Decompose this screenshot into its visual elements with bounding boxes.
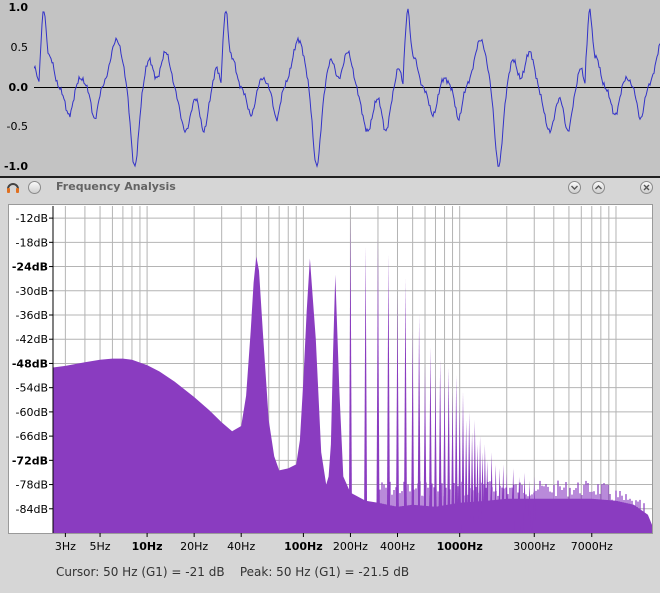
y-tick-label: -24dB [12,261,48,274]
x-tick-label: 100Hz [284,540,323,553]
harmonic-spike [363,246,368,534]
spectrum-chart[interactable]: -12dB -18dB -24dB -30dB -36dB -42dB -48dB -54dB… [0,0,660,593]
y-tick-label: -54dB [16,382,49,395]
status-line: Cursor: 50 Hz (G1) = -21 dB Peak: 50 Hz … [56,565,409,579]
peak-readout: Peak: 50 Hz (G1) = -21.5 dB [239,565,410,579]
x-tick-label: 200Hz [333,540,368,553]
x-tick-label: 400Hz [380,540,415,553]
y-tick-label: -66dB [16,430,49,443]
x-tick-label: 1000Hz [437,540,483,553]
y-tick-label: -30dB [16,285,49,298]
harmonic-spike [348,218,353,533]
x-tick-label: 40Hz [227,540,255,553]
y-tick-label: -78dB [16,479,49,492]
y-tick-label: -48dB [12,357,48,370]
y-tick-label: -36dB [16,309,49,322]
x-tick-label: 3Hz [55,540,76,553]
y-tick-label: -42dB [16,333,49,346]
x-tick-label: 5Hz [90,540,111,553]
x-tick-label: 10Hz [132,540,163,553]
y-tick-label: -84dB [16,503,49,516]
x-tick-label: 3000Hz [513,540,555,553]
x-tick-label: 7000Hz [571,540,613,553]
y-tick-label: -72dB [12,454,48,467]
y-tick-label: -12dB [16,212,49,225]
x-axis-labels: 3Hz 5Hz 10Hz 20Hz 40Hz 100Hz 200Hz 400Hz 1000Hz 3… [55,533,613,553]
cursor-readout: Cursor: 50 Hz (G1) = -21 dB [56,565,225,579]
y-tick-label: -18dB [16,236,49,249]
y-tick-label: -60dB [16,406,49,419]
x-tick-label: 20Hz [180,540,208,553]
y-axis-labels: -12dB -18dB -24dB -30dB -36dB -42dB -48dB -54dB… [12,206,54,533]
